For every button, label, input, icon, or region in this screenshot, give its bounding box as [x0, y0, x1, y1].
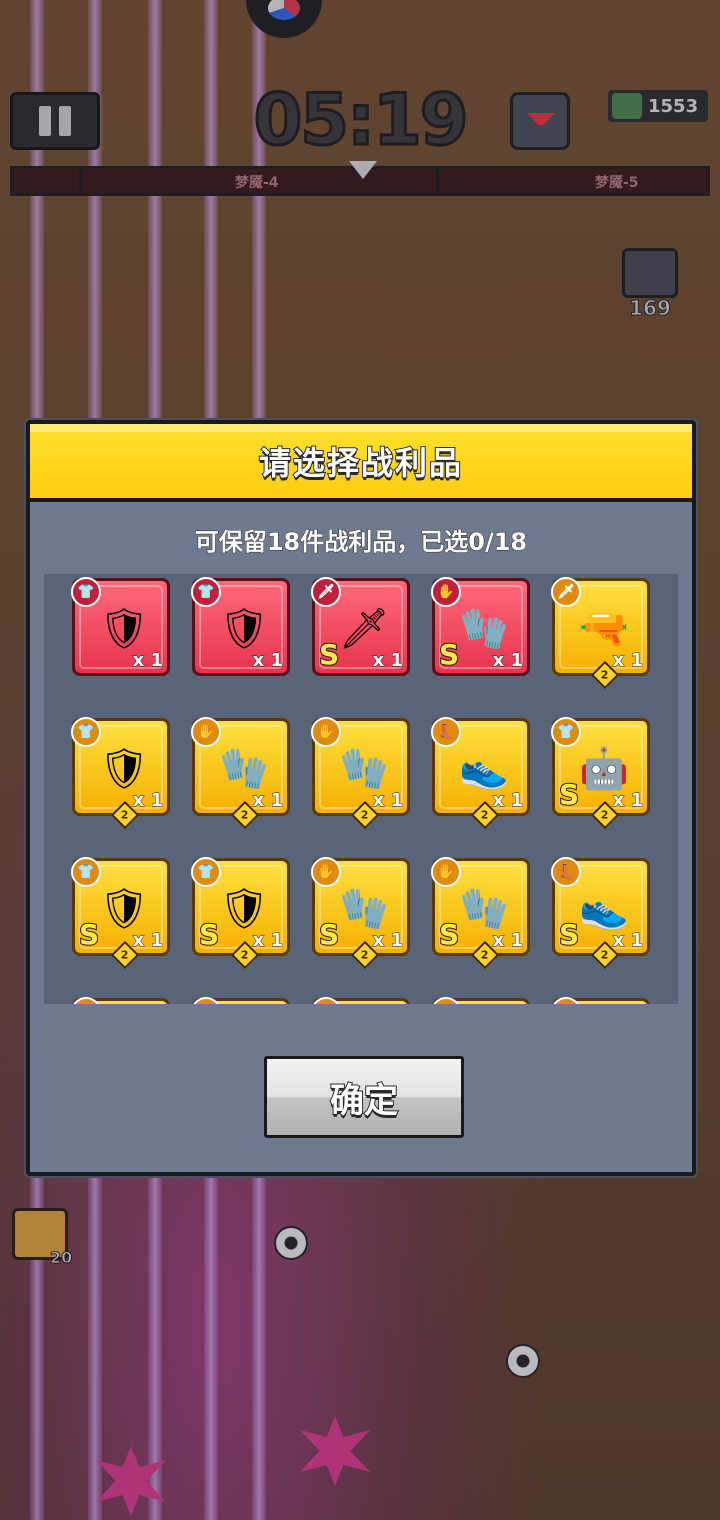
loot-item-steel-armor[interactable]: 👕 🛡 x 12: [71, 717, 170, 830]
loot-grid: 👕 🛡 x 1 👕 🛡 x 1 🗡 🗡 Sx 1 ✋ 🧤 Sx 1 🗡 🔫 x 1 2 👕 🛡 x 1 2 ✋ 🧤 x 12…: [71, 577, 650, 1004]
item-quantity: x 1: [612, 790, 643, 812]
loot-item-purple-boots[interactable]: 👢 👟 x 12: [431, 717, 530, 830]
glove-icon: ✋: [311, 997, 341, 1004]
loot-item-item-partial[interactable]: ✋: [311, 997, 410, 1004]
item-quantity: x 1: [492, 930, 523, 952]
claw-gauntlet-icon: 🧤: [459, 885, 509, 932]
item-quantity: x 1: [252, 930, 283, 952]
loot-item-steel-gauntlet[interactable]: ✋ 🧤 x 12: [191, 717, 290, 830]
item-grade: S: [438, 637, 460, 672]
loot-item-item-partial[interactable]: 🗡: [551, 997, 650, 1004]
loot-item-revolver[interactable]: 🗡 🔫 x 12: [551, 577, 650, 690]
item-level: 2: [481, 948, 489, 962]
steel-armor-icon: 🛡: [98, 745, 150, 792]
item-level: 2: [601, 948, 609, 962]
item-grade: S: [318, 637, 340, 672]
item-quantity: x 1: [612, 650, 643, 672]
claw-gauntlet-icon: 🧤: [339, 885, 389, 932]
green-dragon-armor-icon: 🛡: [98, 605, 150, 652]
item-quantity: x 1: [252, 650, 283, 672]
loot-item-item-partial[interactable]: 🗡: [71, 997, 170, 1004]
item-level: 2: [361, 948, 369, 962]
item-quantity: x 1: [492, 790, 523, 812]
loot-item-green-dragon-armor[interactable]: 👕 🛡 x 1: [191, 577, 290, 676]
loot-item-mecha-boots[interactable]: 👢 👟 Sx 12: [551, 857, 650, 970]
item-grade: S: [78, 917, 100, 952]
item-quantity: x 1: [612, 930, 643, 952]
item-grade: S: [558, 777, 580, 812]
steel-gauntlet-icon: 🧤: [339, 745, 389, 792]
item-grade: S: [438, 917, 460, 952]
item-quantity: x 1: [132, 930, 163, 952]
loot-item-claw-gauntlet[interactable]: ✋ 🧤 Sx 12: [311, 857, 410, 970]
item-quantity: x 1: [132, 790, 163, 812]
selection-counter: 可保留18件战利品，已选0/18: [194, 528, 528, 557]
item-level: 2: [241, 948, 249, 962]
confirm-button[interactable]: 确定: [264, 1056, 464, 1138]
dialog-header: 请选择战利品: [30, 424, 692, 502]
dialog-title: 请选择战利品: [258, 443, 463, 483]
item-level: 2: [481, 808, 489, 822]
sword-icon: 🗡: [551, 997, 581, 1004]
item-grade: S: [318, 917, 340, 952]
item-quantity: x 1: [132, 650, 163, 672]
item-grade: S: [198, 917, 220, 952]
shirt-icon: 👕: [191, 997, 221, 1004]
loot-grid-panel[interactable]: 👕 🛡 x 1 👕 🛡 x 1 🗡 🗡 Sx 1 ✋ 🧤 Sx 1 🗡 🔫 x 1 2 👕 🛡 x 1 2 ✋ 🧤 x 12…: [44, 574, 678, 1004]
flame-sword-icon: 🗡: [338, 605, 390, 652]
mecha-boots-icon: 👟: [579, 885, 629, 932]
loot-item-dark-armor[interactable]: 👕 🛡 Sx 12: [71, 857, 170, 970]
mecha-armor-icon: 🤖: [579, 745, 629, 792]
loot-item-flame-sword[interactable]: 🗡 🗡 Sx 1: [311, 577, 410, 676]
item-level: 2: [601, 668, 609, 682]
dark-armor-icon: 🛡: [98, 885, 150, 932]
revolver-icon: 🔫: [579, 605, 629, 652]
boot-icon: 👢: [431, 997, 461, 1004]
green-dragon-armor-icon: 🛡: [218, 605, 270, 652]
item-quantity: x 1: [492, 650, 523, 672]
item-level: 2: [361, 808, 369, 822]
item-quantity: x 1: [372, 930, 403, 952]
void-armor-icon: 🛡: [218, 885, 270, 932]
tech-gauntlet-icon: 🧤: [459, 605, 509, 652]
loot-item-void-armor[interactable]: 👕 🛡 Sx 12: [191, 857, 290, 970]
item-level: 2: [121, 948, 129, 962]
sword-icon: 🗡: [71, 997, 101, 1004]
loot-item-steel-gauntlet[interactable]: ✋ 🧤 x 12: [311, 717, 410, 830]
item-level: 2: [241, 808, 249, 822]
item-quantity: x 1: [372, 790, 403, 812]
item-quantity: x 1: [372, 650, 403, 672]
item-level: 2: [601, 808, 609, 822]
steel-gauntlet-icon: 🧤: [219, 745, 269, 792]
item-quantity: x 1: [252, 790, 283, 812]
loot-item-green-dragon-armor[interactable]: 👕 🛡 x 1: [71, 577, 170, 676]
loot-item-claw-gauntlet[interactable]: ✋ 🧤 Sx 12: [431, 857, 530, 970]
loot-item-item-partial[interactable]: 👕: [191, 997, 290, 1004]
purple-boots-icon: 👟: [459, 745, 509, 792]
loot-item-mecha-armor[interactable]: 👕 🤖 Sx 12: [551, 717, 650, 830]
item-level: 2: [121, 808, 129, 822]
loot-item-item-partial[interactable]: 👢: [431, 997, 530, 1004]
loot-dialog: 请选择战利品 可保留18件战利品，已选0/18 👕 🛡 x 1 👕 🛡 x 1 🗡 🗡 Sx 1…: [26, 420, 696, 1176]
item-grade: S: [558, 917, 580, 952]
loot-item-tech-gauntlet[interactable]: ✋ 🧤 Sx 1: [431, 577, 530, 676]
